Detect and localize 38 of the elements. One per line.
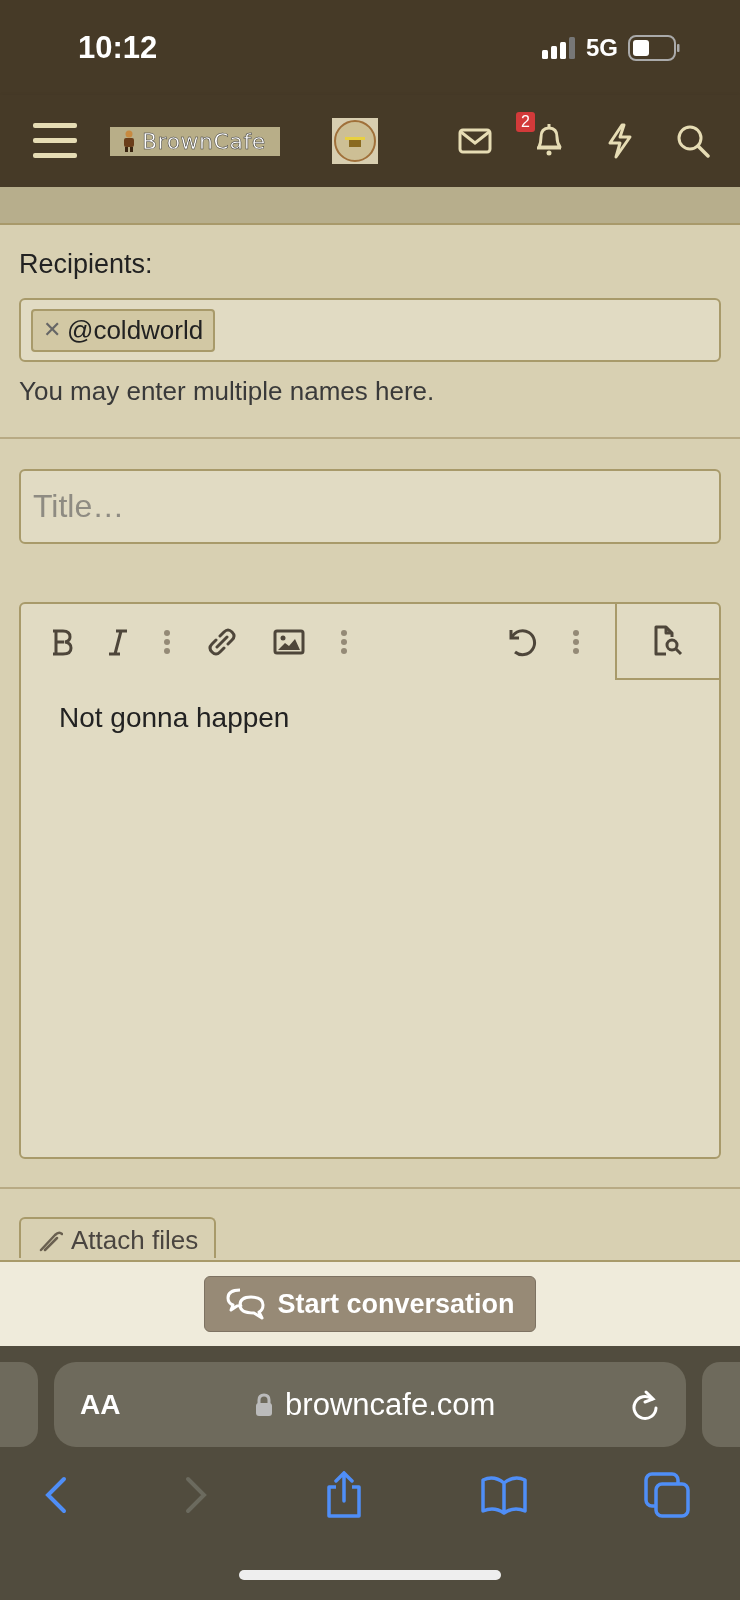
attach-files-button[interactable]: Attach files xyxy=(19,1217,217,1258)
url-text: browncafe.com xyxy=(285,1386,496,1423)
image-icon[interactable] xyxy=(273,629,305,655)
status-time: 10:12 xyxy=(78,29,158,66)
paperclip-icon xyxy=(37,1229,63,1252)
italic-icon[interactable] xyxy=(108,628,128,656)
avatar-icon[interactable] xyxy=(331,118,378,164)
preview-button[interactable] xyxy=(615,604,719,680)
mail-icon[interactable] xyxy=(458,128,492,154)
search-icon[interactable] xyxy=(676,124,710,158)
back-icon[interactable] xyxy=(44,1476,68,1514)
document-search-icon xyxy=(652,624,684,658)
bookmarks-icon[interactable] xyxy=(480,1475,528,1515)
lock-icon xyxy=(255,1392,274,1417)
menu-icon[interactable] xyxy=(33,122,77,160)
remove-icon[interactable]: ✕ xyxy=(43,317,61,343)
network-label: 5G xyxy=(586,33,618,62)
share-icon[interactable] xyxy=(324,1471,364,1519)
message-text: Not gonna happen xyxy=(59,702,290,733)
recipient-name: @coldworld xyxy=(67,314,204,346)
signal-icon xyxy=(542,36,576,59)
address-bar[interactable]: AA browncafe.com xyxy=(54,1362,686,1447)
message-editor[interactable]: Not gonna happen xyxy=(19,602,721,1159)
battery-icon xyxy=(628,34,680,61)
notification-badge: 2 xyxy=(516,112,535,132)
link-icon[interactable] xyxy=(206,626,238,658)
bold-icon[interactable] xyxy=(51,628,73,656)
title-field[interactable]: Title… xyxy=(19,469,721,544)
bell-icon[interactable] xyxy=(534,122,564,156)
text-size-button[interactable]: AA xyxy=(80,1388,121,1421)
reload-icon[interactable] xyxy=(630,1388,660,1421)
mascot-icon xyxy=(122,130,136,152)
hint-text: You may enter multiple names here. xyxy=(19,376,436,407)
start-conversation-button[interactable]: Start conversation xyxy=(204,1276,536,1332)
recipients-label: Recipients: xyxy=(19,249,154,280)
tabs-icon[interactable] xyxy=(644,1472,690,1518)
lightning-icon[interactable] xyxy=(606,123,634,159)
recipients-field[interactable]: ✕ @coldworld xyxy=(19,298,721,362)
